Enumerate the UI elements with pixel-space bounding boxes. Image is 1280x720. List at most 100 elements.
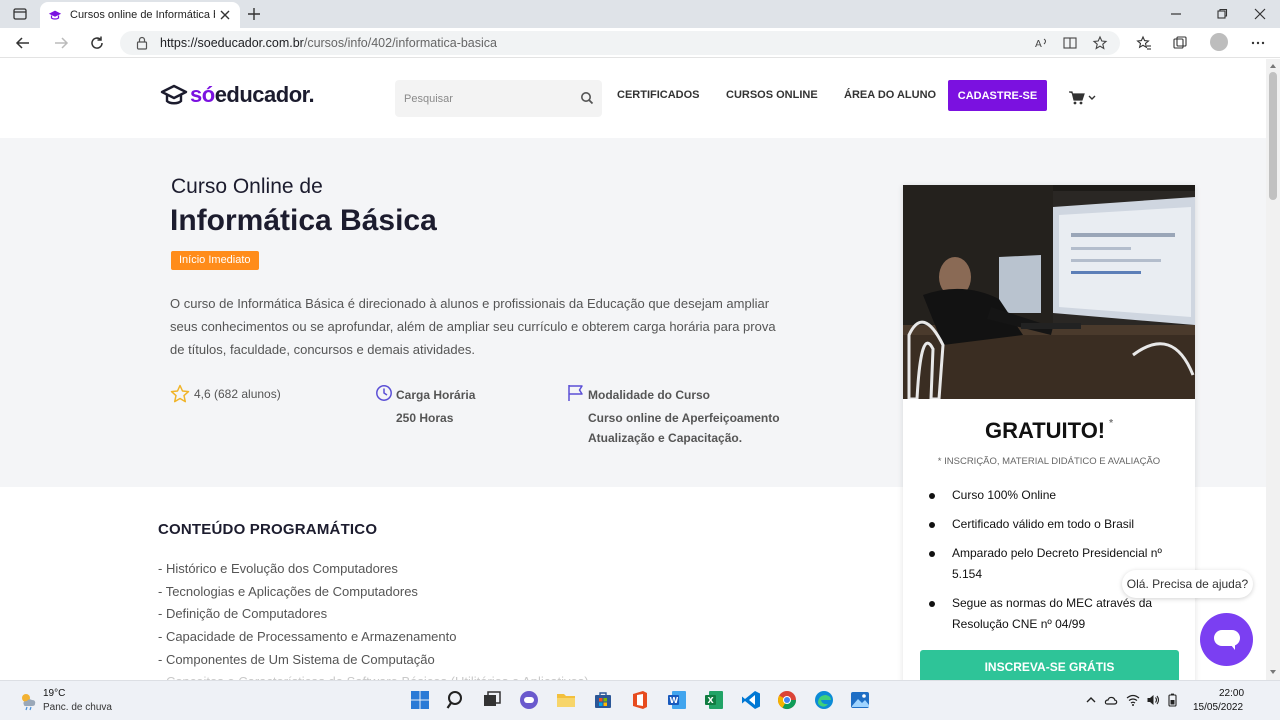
weather-rain-icon[interactable] [18, 691, 38, 711]
photos-icon[interactable] [849, 689, 871, 711]
site-search [395, 80, 602, 117]
forward-arrow-icon[interactable] [52, 34, 70, 52]
modality-line1: Curso online de Aperfeiçoamento [588, 411, 780, 425]
list-item: - Histórico e Evolução dos Computadores [158, 561, 398, 576]
nav-area-do-aluno[interactable]: ÁREA DO ALUNO [844, 89, 936, 101]
edge-icon[interactable] [813, 689, 835, 711]
price-text: GRATUITO! [984, 418, 1106, 443]
logo-so: só [190, 82, 215, 107]
read-aloud-icon[interactable]: A [1034, 35, 1050, 51]
vscode-icon[interactable] [740, 689, 762, 711]
star-icon [170, 384, 190, 403]
modality-label: Modalidade do Curso [588, 388, 711, 402]
clock-icon [376, 385, 392, 401]
search-icon[interactable] [580, 91, 594, 105]
benefits-list: Curso 100% Online Certificado válido em … [929, 485, 1169, 643]
refresh-icon[interactable] [88, 34, 106, 52]
microsoft-store-icon[interactable] [592, 689, 614, 711]
list-item: - Componentes de Um Sistema de Computaçã… [158, 651, 435, 667]
course-description: O curso de Informática Básica é direcion… [170, 296, 776, 357]
nav-certificados[interactable]: CERTIFICADOS [617, 89, 700, 101]
syllabus-list: - Histórico e Evolução dos Computadores … [158, 558, 589, 694]
browser-tab-bar: Cursos online de Informática bás [0, 0, 1280, 28]
course-photo [903, 185, 1195, 399]
list-item: - Capacidade de Processamento e Armazena… [158, 629, 457, 645]
modality-line2: Atualização e Capacitação. [588, 431, 743, 445]
task-view-icon[interactable] [481, 689, 503, 711]
word-icon[interactable]: W [666, 689, 688, 711]
list-item: Certificado válido em todo o Brasil [929, 514, 1169, 535]
url-path: /cursos/info/402/informatica-basica [303, 36, 497, 50]
flag-icon [568, 385, 583, 401]
restore-icon[interactable] [1214, 6, 1230, 22]
graduation-cap-icon [48, 10, 62, 20]
close-window-icon[interactable] [1252, 6, 1268, 22]
list-item: Curso 100% Online [929, 485, 1169, 506]
collections-icon[interactable] [1172, 35, 1188, 51]
close-tab-icon[interactable] [218, 8, 232, 22]
svg-text:W: W [670, 696, 679, 705]
course-title: Informática Básica [170, 204, 437, 237]
start-badge: Início Imediato [171, 251, 259, 270]
back-arrow-icon[interactable] [14, 34, 32, 52]
lock-icon[interactable] [136, 36, 148, 50]
chat-button[interactable] [1200, 613, 1253, 666]
signup-button[interactable]: CADASTRE-SE [948, 80, 1047, 111]
logo-rest: educador. [214, 82, 315, 107]
chat-teams-icon[interactable] [518, 689, 540, 711]
battery-icon[interactable] [1166, 693, 1180, 707]
url-text: https://soeducador.com.br/cursos/info/40… [160, 36, 497, 50]
office-icon[interactable] [629, 689, 651, 711]
browser-tab-active[interactable]: Cursos online de Informática bás [40, 2, 240, 28]
logo-graduation-cap-icon [160, 84, 188, 105]
nav-cursos-online[interactable]: CURSOS ONLINE [726, 89, 818, 101]
enroll-button[interactable]: INSCREVA-SE GRÁTIS [920, 650, 1179, 683]
file-explorer-icon[interactable] [555, 689, 577, 711]
browser-toolbar: https://soeducador.com.br/cursos/info/40… [0, 28, 1280, 58]
chat-greeting[interactable]: Olá. Precisa de ajuda? [1122, 570, 1253, 598]
search-taskbar-icon[interactable] [445, 689, 467, 711]
profile-avatar[interactable] [1210, 33, 1228, 51]
scroll-thumb[interactable] [1269, 72, 1277, 200]
search-input[interactable] [395, 80, 575, 117]
price-note: * INSCRIÇÃO, MATERIAL DIDÁTICO E AVALIAÇ… [937, 456, 1161, 467]
minimize-icon[interactable] [1168, 6, 1184, 22]
weather-temperature: 19°C [43, 688, 66, 699]
clock-date[interactable]: 15/05/2022 [1193, 702, 1243, 713]
weather-description: Panc. de chuva [43, 702, 112, 713]
list-item: - Definição de Computadores [158, 606, 328, 622]
new-tab-icon[interactable] [246, 6, 262, 22]
logo-text: sóeducador. [190, 82, 315, 108]
url-host: https://soeducador.com.br [160, 36, 304, 50]
onedrive-cloud-icon[interactable] [1104, 693, 1118, 707]
favorite-add-icon[interactable] [1092, 35, 1108, 51]
site-logo[interactable]: sóeducador. [160, 82, 315, 108]
wifi-icon[interactable] [1126, 693, 1140, 707]
scroll-down-icon[interactable] [1269, 668, 1277, 676]
course-rating: 4,6 (682 alunos) [170, 384, 281, 404]
address-bar[interactable]: https://soeducador.com.br/cursos/info/40… [120, 31, 1120, 55]
workload-value: 250 Horas [396, 411, 454, 425]
clock-time[interactable]: 22:00 [1219, 688, 1244, 699]
rating-text: 4,6 (682 alunos) [194, 387, 281, 401]
cart-icon[interactable] [1068, 90, 1100, 106]
page-scrollbar[interactable] [1266, 59, 1280, 680]
scroll-up-icon[interactable] [1269, 62, 1277, 70]
excel-icon[interactable]: X [703, 689, 725, 711]
enrollment-card: GRATUITO! * * INSCRIÇÃO, MATERIAL DIDÁTIC… [903, 185, 1195, 685]
favorites-icon[interactable] [1136, 35, 1152, 51]
chrome-icon[interactable] [776, 689, 798, 711]
volume-icon[interactable] [1146, 693, 1160, 707]
more-options-icon[interactable] [1250, 35, 1266, 51]
tab-title: Cursos online de Informática bás [70, 9, 215, 21]
windows-start-icon[interactable] [409, 689, 431, 711]
syllabus-title: CONTEÚDO PROGRAMÁTICO [158, 521, 378, 538]
workload-label: Carga Horária [396, 388, 476, 402]
chat-icon [1213, 629, 1240, 650]
show-hidden-icons-icon[interactable] [1084, 693, 1098, 707]
site-header: sóeducador. CERTIFICADOS CURSOS ONLINE Á… [0, 59, 1266, 138]
immersive-reader-icon[interactable] [1062, 35, 1078, 51]
tab-actions-icon[interactable] [12, 6, 28, 22]
windows-taskbar: 19°C Panc. de chuva W X 22:00 15/05/2022 [0, 680, 1280, 720]
list-item: Segue as normas do MEC através da Resolu… [929, 593, 1169, 635]
